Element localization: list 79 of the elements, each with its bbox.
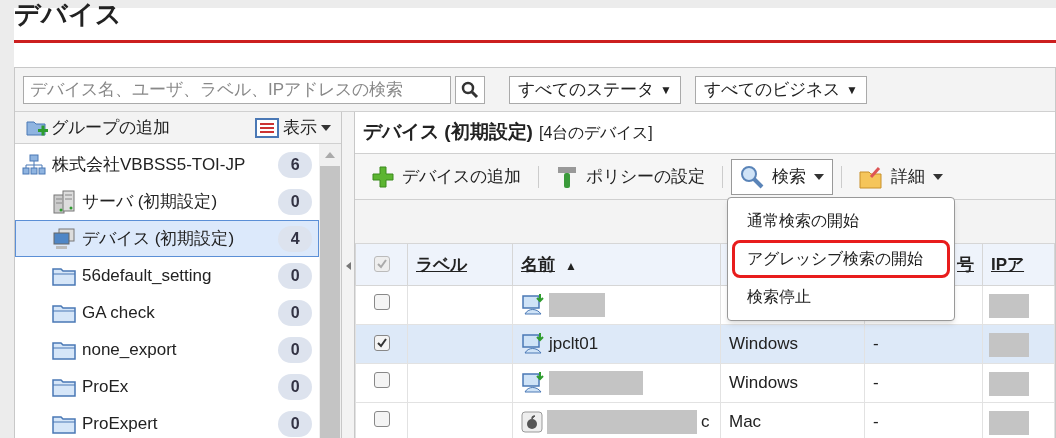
tree-item[interactable]: 株式会社VBBSS5-TOI-JP 6 bbox=[15, 146, 320, 183]
search-field[interactable]: デバイス名、ユーザ、ラベル、IPアドレスの検索 bbox=[23, 75, 451, 104]
filter-dropdown[interactable]: すべてのステータ ▼ bbox=[509, 75, 681, 104]
tree-item[interactable]: GA check 0 bbox=[15, 294, 320, 331]
tree-item[interactable]: none_export 0 bbox=[15, 331, 320, 368]
count-badge: 0 bbox=[278, 188, 313, 215]
redacted-block bbox=[989, 410, 1029, 435]
count-badge: 0 bbox=[278, 299, 313, 326]
menu-item[interactable]: 通常検索の開始 bbox=[732, 202, 950, 240]
checkbox[interactable] bbox=[373, 411, 390, 428]
table-row[interactable]: jpclt01 Windows - bbox=[355, 324, 1055, 364]
view-button[interactable]: 表示 bbox=[255, 114, 332, 141]
device-name: jpclt01 bbox=[549, 333, 599, 356]
sort-indicator: ▲ bbox=[565, 258, 577, 273]
table-row[interactable]: Windows - bbox=[355, 363, 1055, 403]
redacted-block bbox=[989, 332, 1029, 357]
plus-icon bbox=[372, 165, 394, 188]
count-badge: 0 bbox=[278, 336, 313, 363]
computer-icon bbox=[52, 227, 76, 250]
menu-item[interactable]: アグレッシブ検索の開始 bbox=[732, 240, 950, 278]
folder-icon bbox=[859, 164, 883, 189]
count-badge: 4 bbox=[278, 225, 313, 252]
toolbar-button[interactable]: 検索 bbox=[731, 158, 833, 195]
hammer-icon bbox=[556, 164, 578, 189]
search-icon bbox=[461, 80, 479, 99]
table-cell: Mac bbox=[729, 412, 762, 432]
redacted-block bbox=[989, 293, 1029, 318]
server-icon bbox=[52, 189, 76, 214]
table-cell: Windows bbox=[729, 373, 798, 393]
checkbox[interactable] bbox=[373, 255, 390, 272]
checkbox[interactable] bbox=[373, 294, 390, 311]
tree-item[interactable]: ProEx 0 bbox=[15, 368, 320, 405]
caret-icon bbox=[814, 173, 824, 180]
column-header[interactable]: 号 bbox=[957, 254, 974, 274]
folder-icon bbox=[52, 265, 76, 286]
filter-dropdown[interactable]: すべてのビジネス ▼ bbox=[694, 75, 867, 104]
scroll-up-icon bbox=[325, 152, 336, 158]
table-row[interactable]: c Mac - bbox=[355, 402, 1055, 438]
caret-icon bbox=[321, 124, 332, 131]
table-cell: - bbox=[873, 412, 879, 432]
table-cell: - bbox=[873, 334, 879, 354]
count-badge: 0 bbox=[278, 410, 313, 437]
checkbox[interactable] bbox=[373, 372, 390, 389]
count-badge: 0 bbox=[278, 373, 313, 400]
device-name: c bbox=[701, 411, 710, 434]
panel-title: デバイス (初期設定) bbox=[363, 120, 533, 145]
network-icon bbox=[22, 153, 46, 176]
scrollbar[interactable] bbox=[319, 144, 342, 438]
toolbar-button[interactable]: デバイスの追加 bbox=[363, 158, 530, 195]
folder-icon bbox=[52, 339, 76, 360]
add-group-link[interactable]: グループの追加 bbox=[51, 114, 170, 141]
toolbar-button[interactable]: ポリシーの設定 bbox=[547, 158, 714, 195]
count-badge: 0 bbox=[278, 262, 313, 289]
tree-item[interactable]: 56default_setting 0 bbox=[15, 257, 320, 294]
device-count: [4台のデバイス] bbox=[538, 122, 653, 143]
collapse-icon bbox=[345, 262, 351, 270]
tree-item[interactable]: サーバ (初期設定) 0 bbox=[15, 183, 320, 220]
computer-icon bbox=[521, 371, 545, 395]
folder-icon bbox=[52, 376, 76, 397]
toolbar-button[interactable]: 詳細 bbox=[850, 158, 952, 195]
redacted-block bbox=[989, 371, 1029, 396]
table-cell: - bbox=[873, 373, 879, 393]
folder-icon bbox=[52, 413, 76, 434]
tree-item[interactable]: デバイス (初期設定) 4 bbox=[15, 220, 320, 257]
menu-item[interactable]: 検索停止 bbox=[732, 278, 950, 316]
computer-icon bbox=[521, 332, 545, 356]
search-button[interactable] bbox=[455, 75, 485, 104]
computer-icon bbox=[521, 293, 545, 317]
column-header[interactable]: 名前 bbox=[521, 254, 555, 274]
caret-icon bbox=[933, 173, 943, 180]
page-title: デバイス bbox=[14, 0, 122, 31]
search-icon bbox=[740, 164, 764, 189]
table-cell: Windows bbox=[729, 334, 798, 354]
count-badge: 6 bbox=[278, 151, 313, 178]
table-icon bbox=[255, 117, 280, 138]
checkbox[interactable] bbox=[373, 335, 390, 352]
folder-icon bbox=[52, 302, 76, 323]
apple-icon bbox=[521, 411, 543, 433]
tree-item[interactable]: ProExpert 0 bbox=[15, 405, 320, 438]
